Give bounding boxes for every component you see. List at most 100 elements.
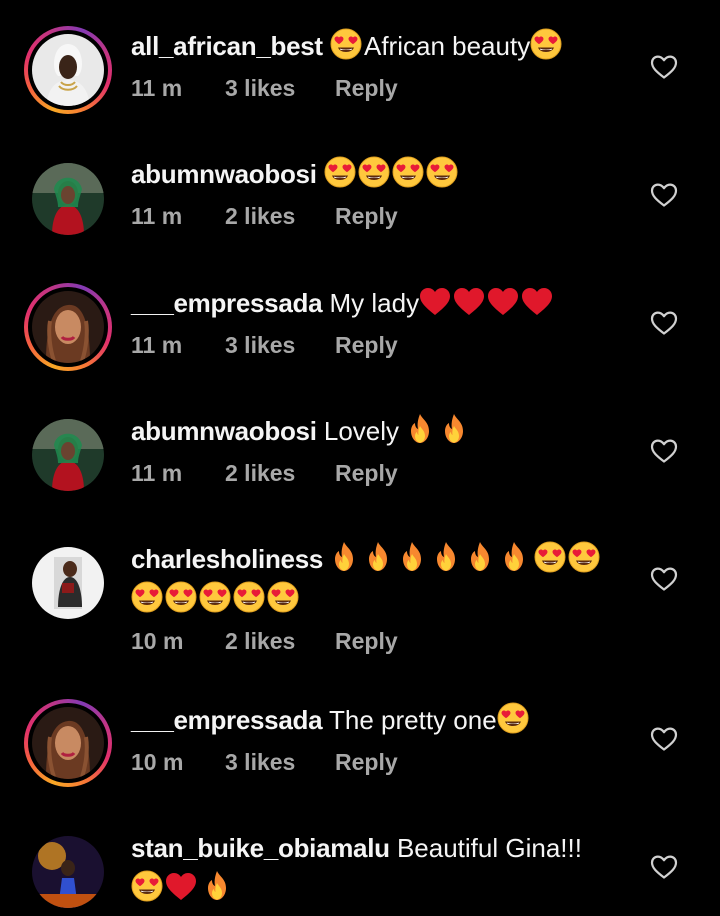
avatar-wrapper[interactable] — [24, 828, 112, 916]
heart-outline-icon[interactable] — [650, 54, 678, 80]
red-heart-emoji — [165, 872, 197, 902]
red-heart-emoji — [487, 287, 519, 317]
comment-username[interactable]: all_african_best — [131, 31, 323, 61]
story-ring — [24, 26, 112, 114]
comment-username[interactable]: charlesholiness — [131, 544, 323, 574]
avatar — [32, 836, 104, 908]
comment-time: 10 m — [131, 749, 184, 775]
red-heart-emoji — [521, 287, 553, 317]
avatar-wrapper[interactable] — [24, 699, 112, 787]
comment-body: abumnwaobosi Lovely 11 m 2 likes Reply — [131, 411, 621, 491]
comment-text: My lady — [329, 288, 420, 318]
heart-eyes-emoji — [131, 870, 163, 902]
comment-text: Beautiful Gina!!! — [396, 833, 582, 863]
avatar-wrapper[interactable] — [24, 283, 112, 371]
red-heart-emoji — [453, 287, 485, 317]
comment-text: African beauty — [363, 31, 531, 61]
fire-emoji — [364, 541, 392, 573]
comment-line: charlesholiness — [131, 539, 621, 579]
comment-text: Lovely — [323, 416, 400, 446]
heart-eyes-emoji — [199, 581, 231, 613]
heart-outline-icon[interactable] — [650, 310, 678, 336]
avatar-wrapper[interactable] — [24, 26, 112, 114]
comment-line: all_african_best African beauty — [131, 26, 621, 66]
red-heart-emoji — [419, 287, 451, 317]
heart-eyes-emoji — [131, 581, 163, 613]
avatar — [32, 419, 104, 491]
heart-outline-icon[interactable] — [650, 182, 678, 208]
fire-emoji — [330, 541, 358, 573]
heart-eyes-emoji — [497, 702, 529, 734]
comment-username[interactable]: abumnwaobosi — [131, 159, 317, 189]
comment-line: abumnwaobosi — [131, 154, 621, 194]
reply-button[interactable]: Reply — [335, 455, 398, 491]
comment-text: The pretty one — [329, 705, 497, 735]
avatar-wrapper[interactable] — [24, 155, 112, 243]
fire-emoji — [398, 541, 426, 573]
reply-button[interactable]: Reply — [335, 623, 398, 659]
comment-likes[interactable]: 2 likes — [225, 198, 335, 234]
comment-line: ___empressada The pretty one — [131, 700, 621, 740]
comment-body: ___empressada The pretty one 10 m 3 likes… — [131, 700, 621, 780]
comment-meta: 11 m 2 likes Reply — [131, 455, 621, 491]
fire-emoji — [406, 413, 434, 445]
avatar — [32, 163, 104, 235]
comment-time: 11 m — [131, 460, 183, 486]
comment-username[interactable]: ___empressada — [131, 705, 323, 735]
fire-emoji — [432, 541, 460, 573]
heart-eyes-emoji — [358, 156, 390, 188]
avatar — [32, 34, 104, 106]
comment-body: charlesholiness 10 m 2 likes Reply — [131, 539, 621, 659]
avatar — [32, 547, 104, 619]
comment-likes[interactable]: 3 likes — [225, 70, 335, 106]
avatar-wrapper[interactable] — [24, 539, 112, 627]
comment-time: 10 m — [131, 628, 184, 654]
comment-meta: 10 m 3 likes Reply — [131, 744, 621, 780]
comment-time: 11 m — [131, 332, 183, 358]
reply-button[interactable]: Reply — [335, 70, 398, 106]
heart-eyes-emoji — [534, 541, 566, 573]
comment-body: stan_buike_obiamalu Beautiful Gina!!! — [131, 828, 621, 908]
avatar — [32, 707, 104, 779]
comment-line — [131, 579, 621, 619]
comment-line — [131, 868, 621, 908]
avatar-wrapper[interactable] — [24, 411, 112, 499]
comment-username[interactable]: ___empressada — [131, 288, 323, 318]
comment-username[interactable]: stan_buike_obiamalu — [131, 833, 390, 863]
fire-emoji — [203, 870, 231, 902]
heart-eyes-emoji — [267, 581, 299, 613]
story-ring — [24, 283, 112, 371]
heart-eyes-emoji — [330, 28, 362, 60]
comment-likes[interactable]: 2 likes — [225, 455, 335, 491]
comment-username[interactable]: abumnwaobosi — [131, 416, 317, 446]
fire-emoji — [466, 541, 494, 573]
heart-outline-icon[interactable] — [650, 726, 678, 752]
reply-button[interactable]: Reply — [335, 327, 398, 363]
comment-body: abumnwaobosi 11 m 2 likes Reply — [131, 154, 621, 234]
comment-body: ___empressada My lady 11 m 3 likes Reply — [131, 283, 621, 363]
heart-outline-icon[interactable] — [650, 438, 678, 464]
comment-meta: 10 m 2 likes Reply — [131, 623, 621, 659]
comment-meta: 11 m 3 likes Reply — [131, 327, 621, 363]
comment-line: abumnwaobosi Lovely — [131, 411, 621, 451]
heart-eyes-emoji — [165, 581, 197, 613]
reply-button[interactable]: Reply — [335, 198, 398, 234]
story-ring — [24, 699, 112, 787]
heart-outline-icon[interactable] — [650, 566, 678, 592]
comment-likes[interactable]: 3 likes — [225, 327, 335, 363]
comment-time: 11 m — [131, 75, 183, 101]
comment-meta: 11 m 3 likes Reply — [131, 70, 621, 106]
fire-emoji — [500, 541, 528, 573]
comment-time: 11 m — [131, 203, 183, 229]
heart-eyes-emoji — [568, 541, 600, 573]
comment-likes[interactable]: 3 likes — [225, 744, 335, 780]
heart-eyes-emoji — [426, 156, 458, 188]
comment-meta: 11 m 2 likes Reply — [131, 198, 621, 234]
heart-outline-icon[interactable] — [650, 854, 678, 880]
comment-likes[interactable]: 2 likes — [225, 623, 335, 659]
heart-eyes-emoji — [324, 156, 356, 188]
heart-eyes-emoji — [392, 156, 424, 188]
fire-emoji — [440, 413, 468, 445]
reply-button[interactable]: Reply — [335, 744, 398, 780]
comment-body: all_african_best African beauty 11 m 3 li… — [131, 26, 621, 106]
